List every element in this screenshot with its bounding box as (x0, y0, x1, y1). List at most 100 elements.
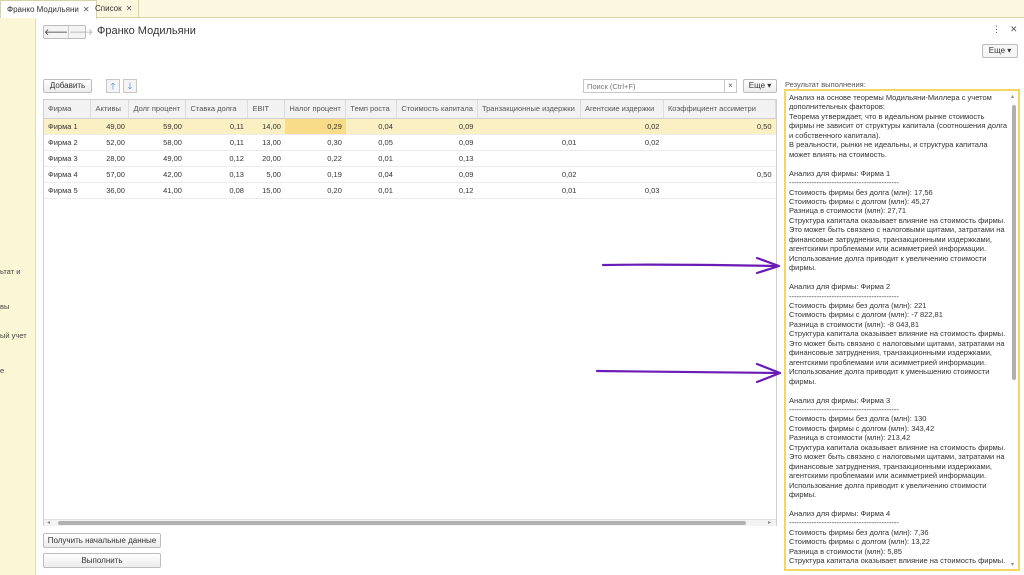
column-header[interactable]: Ставка долга (185, 100, 249, 119)
table-row[interactable]: Фирма 2 52,00 58,00 0,11 13,00 0,30 0,05… (44, 134, 776, 151)
table-cell[interactable]: 52,00 (90, 134, 129, 151)
table-cell[interactable]: 57,00 (90, 166, 129, 183)
table-cell[interactable] (663, 150, 776, 167)
table-cell[interactable]: 0,20 (284, 182, 346, 199)
table-cell[interactable]: 0,11 (185, 134, 248, 151)
table-cell[interactable]: 0,01 (345, 182, 397, 199)
column-header[interactable]: Транзакционные издержки (477, 100, 581, 119)
column-header[interactable]: Налог процент (284, 100, 347, 119)
table-cell[interactable] (477, 150, 581, 167)
move-up-icon[interactable]: 🡑 (106, 79, 120, 93)
table-cell[interactable]: Фирма 1 (44, 118, 91, 135)
table-cell[interactable]: 0,11 (185, 118, 248, 135)
table-cell[interactable]: 59,00 (128, 118, 186, 135)
table-cell[interactable]: 13,00 (247, 134, 285, 151)
table-cell[interactable]: Фирма 4 (44, 166, 91, 183)
close-icon[interactable]: ✕ (1010, 24, 1018, 35)
table-cell[interactable]: 28,00 (90, 150, 129, 167)
table-cell[interactable]: 42,00 (128, 166, 186, 183)
table-cell[interactable]: Фирма 3 (44, 150, 91, 167)
table-cell[interactable]: 0,02 (477, 166, 581, 183)
section-fragment[interactable]: е (0, 366, 4, 375)
table-cell[interactable]: 0,19 (284, 166, 346, 183)
table-cell[interactable] (663, 182, 776, 199)
table-cell[interactable]: 0,03 (580, 182, 664, 199)
table-cell[interactable]: 0,50 (663, 118, 776, 135)
table-cell[interactable]: 0,04 (345, 166, 397, 183)
table-cell[interactable]: Фирма 5 (44, 182, 91, 199)
table-cell[interactable]: 0,01 (477, 182, 581, 199)
scroll-left-icon[interactable]: ◂ (47, 519, 50, 526)
scrollbar-thumb[interactable] (58, 521, 746, 525)
horizontal-scrollbar[interactable]: ◂ ▸ (44, 519, 776, 526)
table-cell[interactable]: 0,04 (345, 118, 397, 135)
table-cell[interactable] (663, 134, 776, 151)
table-cell[interactable]: 0,12 (396, 182, 478, 199)
table-cell[interactable]: 0,09 (396, 134, 478, 151)
scroll-up-icon[interactable]: ▴ (1011, 93, 1014, 100)
table-cell[interactable]: 0,01 (477, 134, 581, 151)
table-row[interactable]: Фирма 4 57,00 42,00 0,13 5,00 0,19 0,04 … (44, 166, 776, 183)
more-button-top[interactable]: Еще ▾ (982, 44, 1018, 58)
table-cell[interactable]: 49,00 (128, 150, 186, 167)
table-cell[interactable]: 41,00 (128, 182, 186, 199)
table-cell[interactable] (477, 118, 581, 135)
close-icon[interactable]: ✕ (126, 4, 133, 13)
result-textarea[interactable]: Анализ на основе теоремы Модильяни-Милле… (784, 89, 1020, 571)
column-header[interactable]: Стоимость капитала (396, 100, 478, 119)
table-row[interactable]: Фирма 3 28,00 49,00 0,12 20,00 0,22 0,01… (44, 150, 776, 167)
back-arrow-icon[interactable]: 🡐 (44, 26, 68, 38)
scroll-right-icon[interactable]: ▸ (768, 519, 771, 526)
column-header[interactable]: Активы (90, 100, 130, 119)
more-button-table[interactable]: Еще ▾ (743, 79, 777, 93)
tab-list[interactable]: Список ✕ (89, 0, 140, 18)
scrollbar-thumb[interactable] (1012, 105, 1016, 380)
add-button[interactable]: Добавить (43, 79, 92, 93)
menu-dots-icon[interactable]: ⋮ (992, 24, 1001, 35)
table-cell[interactable]: 0,30 (284, 134, 346, 151)
column-header[interactable]: Фирма (44, 100, 92, 119)
table-cell[interactable]: 0,13 (185, 166, 248, 183)
table-cell[interactable]: 14,00 (247, 118, 285, 135)
clear-search-icon[interactable]: × (725, 79, 737, 93)
run-button[interactable]: Выполнить (43, 553, 161, 568)
table-cell[interactable]: 0,22 (284, 150, 346, 167)
forward-arrow-icon[interactable]: 🡒 (68, 26, 93, 38)
table-cell[interactable]: 0,12 (185, 150, 248, 167)
table-cell[interactable]: 5,00 (247, 166, 285, 183)
table-cell[interactable]: 20,00 (247, 150, 285, 167)
table-cell[interactable] (580, 166, 664, 183)
table-cell[interactable]: 49,00 (90, 118, 129, 135)
table-cell[interactable]: 0,01 (345, 150, 397, 167)
move-down-icon[interactable]: 🡓 (123, 79, 137, 93)
section-fragment[interactable]: ьтат и (0, 267, 20, 276)
table-cell[interactable]: 0,05 (345, 134, 397, 151)
column-header[interactable]: EBIT (247, 100, 286, 119)
table-cell[interactable]: 0,50 (663, 166, 776, 183)
column-header[interactable]: Долг процент (128, 100, 187, 119)
table-cell[interactable]: Фирма 2 (44, 134, 91, 151)
get-initial-data-button[interactable]: Получить начальные данные (43, 533, 161, 548)
search-input[interactable] (583, 79, 725, 93)
table-cell[interactable]: 15,00 (247, 182, 285, 199)
table-cell[interactable]: 0,09 (396, 166, 478, 183)
table-row[interactable]: Фирма 5 36,00 41,00 0,08 15,00 0,20 0,01… (44, 182, 776, 199)
section-fragment[interactable]: ый учет (0, 331, 27, 340)
scroll-down-icon[interactable]: ▾ (1011, 561, 1014, 568)
table-cell-current[interactable]: 0,29 (284, 118, 346, 135)
table-cell[interactable]: 0,02 (580, 134, 664, 151)
column-header[interactable]: Темп роста (345, 100, 398, 119)
column-header[interactable]: Коэффициент ассиметри (663, 100, 776, 119)
table-cell[interactable]: 0,02 (580, 118, 664, 135)
table-cell[interactable]: 0,09 (396, 118, 478, 135)
table-cell[interactable]: 0,13 (396, 150, 478, 167)
column-header[interactable]: Агентские издержки (580, 100, 664, 119)
table-cell[interactable]: 58,00 (128, 134, 186, 151)
table-cell[interactable]: 36,00 (90, 182, 129, 199)
vertical-scrollbar[interactable]: ▴ ▾ (1011, 93, 1018, 569)
table-cell[interactable]: 0,08 (185, 182, 248, 199)
section-fragment[interactable]: вы (0, 302, 9, 311)
table-row[interactable]: Фирма 1 49,00 59,00 0,11 14,00 0,29 0,04… (44, 118, 776, 135)
tab-franco-modigliani[interactable]: Франко Модильяни ✕ (0, 0, 97, 19)
table-cell[interactable] (580, 150, 664, 167)
